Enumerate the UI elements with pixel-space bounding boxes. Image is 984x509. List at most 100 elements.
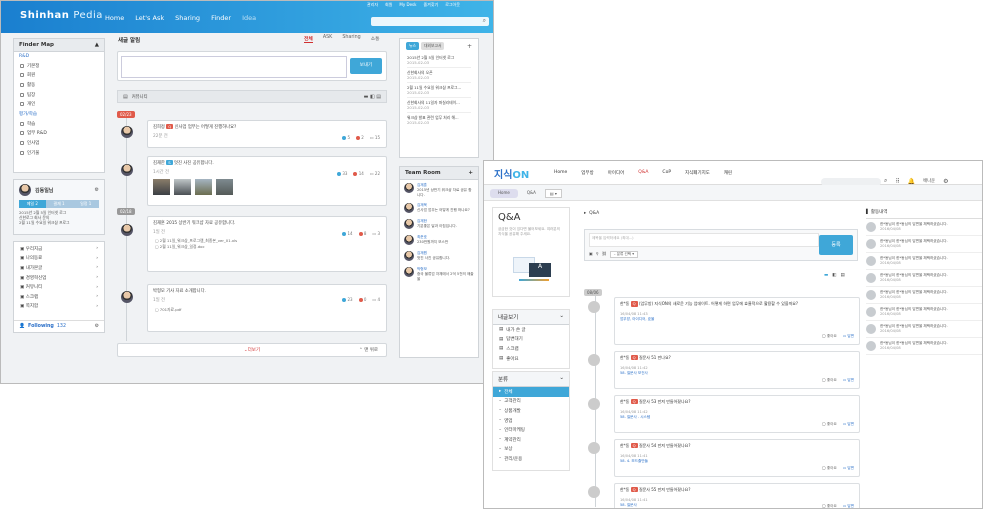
photo-thumbnail[interactable] bbox=[216, 179, 233, 195]
sidebar-item[interactable]: 회원 bbox=[14, 71, 104, 81]
link-icon[interactable]: ⛓ bbox=[602, 251, 607, 258]
plus-icon[interactable]: + bbox=[468, 170, 473, 176]
finder-map-header[interactable]: Finder Map ▲ bbox=[14, 39, 104, 52]
question-card[interactable]: 한*동 Q (업무방) 지식ON의 새로운 기능 업데이트. 어떻게 하면 업무… bbox=[614, 297, 860, 345]
menu-item[interactable]: ▣ 내가본글 › bbox=[14, 263, 104, 273]
team-message[interactable]: 김재훈 2015년 상반기 워크샵 자료 공유 합니다. bbox=[404, 180, 474, 200]
search-input[interactable]: ⌕ bbox=[371, 17, 489, 26]
menu-item[interactable]: ▣ 우리지금 › bbox=[14, 244, 104, 254]
question-card[interactable]: 한*동 Q 질문사 55 만져 만들어졌나요? 16/04/08 11:41 58… bbox=[614, 483, 860, 508]
user-name[interactable]: 배나운 bbox=[923, 178, 935, 184]
question-actions[interactable]: ◯ 좋아요 ▭ 답변 bbox=[822, 334, 854, 339]
category-item[interactable]: – 인터마케팅 bbox=[493, 425, 569, 435]
nav-item[interactable]: CoP bbox=[662, 170, 671, 176]
tab-news[interactable]: 뉴스 bbox=[406, 42, 419, 50]
nav-item[interactable]: 지식폐기지도 bbox=[685, 170, 710, 176]
gear-icon[interactable]: ⚙ bbox=[95, 187, 99, 193]
activity-item[interactable]: 한*동님이 한*동님의 답변을 채택하셨습니다. 2016/04/08 bbox=[866, 321, 982, 338]
avatar[interactable] bbox=[121, 224, 133, 236]
question-actions[interactable]: ◯ 좋아요 ▭ 답변 bbox=[822, 422, 854, 427]
view-toggle[interactable]: ▬ ◧ ▤ bbox=[824, 273, 845, 278]
menu-item[interactable]: ▣ 커뮤니티 › bbox=[14, 282, 104, 292]
menu-item[interactable]: ▣ 쪽지함 › bbox=[14, 302, 104, 312]
tab-approval[interactable]: 결재 1 bbox=[45, 200, 73, 208]
avatar[interactable] bbox=[121, 164, 133, 176]
attachment-link[interactable]: ▢ 2월 11일_워크샵_일정.doc bbox=[155, 244, 379, 250]
tab-communication[interactable]: 소통 bbox=[371, 35, 380, 43]
photo-thumbnail[interactable] bbox=[153, 179, 170, 195]
nav-lets-ask[interactable]: Let's Ask bbox=[135, 14, 164, 22]
nav-item[interactable]: Home bbox=[554, 170, 567, 176]
sidebar-item[interactable]: 활동 bbox=[14, 80, 104, 90]
nav-idea[interactable]: Idea bbox=[242, 14, 256, 22]
category-select[interactable]: – 분류 선택 ▾ bbox=[609, 251, 639, 258]
tab-mail[interactable]: 메일 2 bbox=[19, 200, 46, 208]
category-eval[interactable]: 평가/학습 bbox=[14, 109, 104, 119]
menu-item[interactable]: ▣ 경영혁신업 › bbox=[14, 273, 104, 283]
activity-item[interactable]: 한*동님이 한*동님의 답변을 채택하셨습니다. 2016/04/08 bbox=[866, 287, 982, 304]
sidebar-item[interactable]: 업무 R&D bbox=[14, 129, 104, 139]
util-link[interactable]: 즐겨찾기 bbox=[423, 2, 438, 8]
nav-finder[interactable]: Finder bbox=[211, 14, 231, 22]
question-card[interactable]: 한*동 Q 질문사 54 만져 만들어졌나요? 16/04/08 11:41 58… bbox=[614, 439, 860, 477]
sidebar-item[interactable]: 개인 bbox=[14, 99, 104, 109]
question-actions[interactable]: ◯ 좋아요 ▭ 답변 bbox=[822, 378, 854, 383]
nav-item[interactable]: 아이디어 bbox=[608, 170, 625, 176]
feed-post[interactable]: 김재훈 2015 상반기 워크샵 자료 공유합니다. 1일 전 ▢ 2월 11일… bbox=[147, 216, 387, 272]
activity-item[interactable]: 한*동님이 한*동님의 답변을 채택하셨습니다. 2016/04/08 bbox=[866, 253, 982, 270]
scroll-top-link[interactable]: ⌃ 맨 위로 bbox=[359, 347, 378, 353]
chevron-up-icon[interactable]: ▲ bbox=[95, 42, 99, 48]
category-item[interactable]: – 계약관리 bbox=[493, 435, 569, 445]
feed-post[interactable]: 김재한 S 멋진 사진 공유합니다. 1시간 전 33 14 ▭ 22 bbox=[147, 156, 387, 206]
tab-ask[interactable]: ASK bbox=[323, 35, 332, 43]
plus-icon[interactable]: + bbox=[467, 43, 472, 50]
avatar[interactable] bbox=[121, 126, 133, 138]
activity-item[interactable]: 한*동님이 한*동님의 답변을 채택하셨습니다. 2016/04/08 bbox=[866, 304, 982, 321]
sidebar-item[interactable]: 팀장 bbox=[14, 90, 104, 100]
util-link[interactable]: 관리자 bbox=[367, 2, 378, 8]
util-link[interactable]: 회원 bbox=[385, 2, 392, 8]
attach-icon[interactable]: ⚲ bbox=[596, 251, 599, 258]
my-item[interactable]: ▤ 스크랩 bbox=[493, 344, 569, 354]
activity-item[interactable]: 한*동님이 한*동님의 답변을 채택하셨습니다. 2016/04/08 bbox=[866, 338, 982, 355]
sidebar-item[interactable]: 학습 bbox=[14, 119, 104, 129]
logo[interactable]: Shinhan Pedia bbox=[20, 10, 103, 21]
question-actions[interactable]: ◯ 좋아요 ▭ 답변 bbox=[822, 466, 854, 471]
category-item[interactable]: – 고객관리 bbox=[493, 397, 569, 407]
nav-item[interactable]: 업무방 bbox=[581, 170, 593, 176]
post-input[interactable] bbox=[121, 56, 347, 78]
activity-item[interactable]: 한*동님이 한*동님의 답변을 채택하셨습니다. 2016/04/08 bbox=[866, 219, 982, 236]
question-card[interactable]: 한*동 Q 질문사 53 만져 만들어졌나요? 16/04/08 11:42 58… bbox=[614, 395, 860, 433]
category-rnd[interactable]: R&D bbox=[14, 52, 104, 61]
apps-icon[interactable]: ⠿ bbox=[895, 178, 899, 185]
search-icon[interactable]: ⌕ bbox=[483, 17, 486, 25]
my-item[interactable]: ▤ 내가 쓴 글 bbox=[493, 325, 569, 335]
category-item[interactable]: – 상품개발 bbox=[493, 406, 569, 416]
breadcrumb-qa[interactable]: Q&A bbox=[521, 189, 542, 198]
notice-item[interactable]: 2015년 2월 5일 인터넷 로그 2015-02-03 bbox=[407, 53, 471, 68]
activity-item[interactable]: 한*동님이 한*동님의 답변을 채택하셨습니다. 2016/04/08 bbox=[866, 270, 982, 287]
following-bar[interactable]: 👤 Following 132 ⚙ bbox=[14, 320, 104, 332]
load-more[interactable]: ⌄ 더보기 bbox=[117, 343, 387, 357]
team-message[interactable]: 김재원 멋진 사진 공유합니다. bbox=[404, 248, 474, 264]
search-icon[interactable]: ⌕ bbox=[884, 177, 887, 185]
bell-icon[interactable]: 🔔 bbox=[908, 178, 915, 185]
question-actions[interactable]: ◯ 좋아요 ▭ 답변 bbox=[822, 504, 854, 508]
sidebar-item[interactable]: 인기물 bbox=[14, 148, 104, 158]
team-message[interactable]: 김재한 기분좋은 달과 아침입니다. bbox=[404, 216, 474, 232]
tab-sharing[interactable]: Sharing bbox=[342, 35, 360, 43]
my-item[interactable]: ▤ 좋아요 bbox=[493, 354, 569, 364]
question-card[interactable]: 한*동 Q 질문사 51 만나요? 16/04/08 11:42 58. 질문사 … bbox=[614, 351, 860, 389]
question-input[interactable]: 제목을 입력하세요 (최대...) bbox=[589, 233, 819, 247]
feed-post[interactable]: 김희정 Q 신사업 업무는 어떻게 진행하나요? 22분 전 5 2 ▭ 15 bbox=[147, 120, 387, 148]
nav-sharing[interactable]: Sharing bbox=[175, 14, 200, 22]
team-message[interactable]: 박형모 중국 물류업 자체에서 2억 5천의 매출을 bbox=[404, 264, 474, 284]
team-message[interactable]: 김재욱 신사업 업무는 어떻게 진행 하나요? bbox=[404, 200, 474, 216]
breadcrumb-home[interactable]: Home bbox=[490, 189, 518, 198]
image-icon[interactable]: ▣ bbox=[589, 251, 593, 258]
gear-icon[interactable]: ⚙ bbox=[943, 178, 948, 185]
tab-report[interactable]: 대외보고서 bbox=[421, 42, 445, 50]
activity-item[interactable]: 한*동님이 한*동님의 답변을 채택하셨습니다. 2016/04/08 bbox=[866, 236, 982, 253]
menu-item[interactable]: ▣ 나의동료 › bbox=[14, 254, 104, 264]
photo-thumbnail[interactable] bbox=[195, 179, 212, 195]
